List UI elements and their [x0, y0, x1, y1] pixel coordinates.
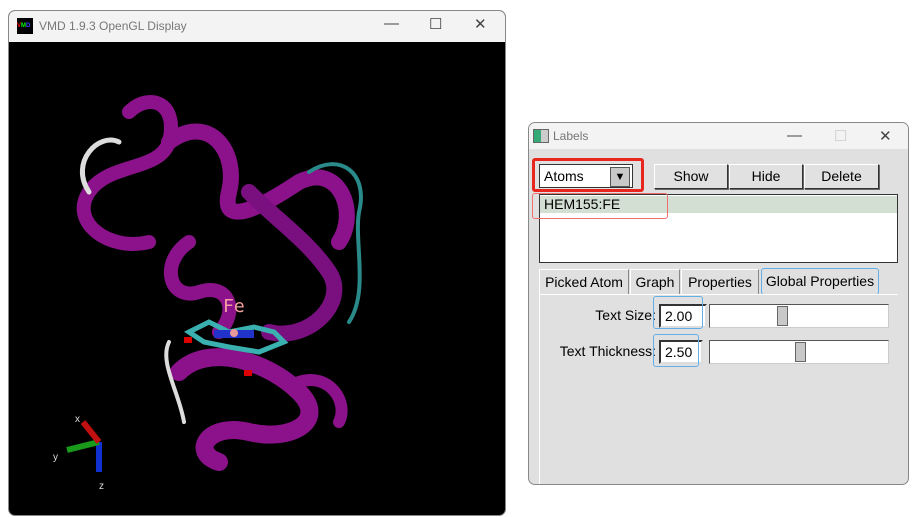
- vmd-title-bar: VMD VMD 1.9.3 OpenGL Display — ☐ ✕: [9, 11, 505, 42]
- delete-button[interactable]: Delete: [804, 164, 879, 189]
- tab-global-properties[interactable]: Global Properties: [761, 268, 879, 295]
- show-button[interactable]: Show: [654, 164, 728, 189]
- axis-y-label: y: [53, 452, 58, 463]
- category-select-value: Atoms: [544, 168, 584, 184]
- axis-x-label: x: [75, 414, 80, 425]
- category-select[interactable]: Atoms ▼: [539, 164, 633, 188]
- minimize-button[interactable]: —: [787, 127, 802, 144]
- window-title: VMD 1.9.3 OpenGL Display: [39, 19, 187, 33]
- text-thickness-slider[interactable]: [709, 340, 889, 364]
- axis-z-label: z: [99, 481, 104, 492]
- highlight-text-thickness: [653, 334, 699, 367]
- tab-properties[interactable]: Properties: [681, 269, 759, 294]
- text-size-label: Text Size:: [595, 307, 656, 323]
- molecule-view[interactable]: Fe x y z: [9, 42, 505, 515]
- highlight-text-size: [653, 296, 703, 329]
- close-button[interactable]: ✕: [879, 127, 892, 145]
- close-button[interactable]: ✕: [474, 15, 487, 33]
- atom-label-fe: Fe: [223, 296, 245, 317]
- tab-graph[interactable]: Graph: [630, 269, 680, 294]
- vmd-display-window: VMD VMD 1.9.3 OpenGL Display — ☐ ✕ Fe x …: [8, 10, 506, 516]
- maximize-button[interactable]: ☐: [429, 15, 442, 33]
- vmd-logo-icon: VMD: [17, 18, 33, 34]
- tab-picked-atom[interactable]: Picked Atom: [539, 269, 629, 294]
- text-size-slider[interactable]: [709, 304, 889, 328]
- slider-thumb[interactable]: [777, 306, 788, 326]
- highlight-list-item: [532, 193, 668, 219]
- minimize-button[interactable]: —: [384, 15, 399, 32]
- labels-title-bar: Labels — ☐ ✕: [529, 123, 908, 149]
- window-title: Labels: [553, 129, 589, 143]
- maximize-button[interactable]: ☐: [834, 127, 847, 145]
- labels-window: Labels — ☐ ✕ Atoms ▼ Show Hide Delete HE…: [528, 122, 909, 485]
- text-thickness-label: Text Thickness:: [559, 343, 656, 359]
- chevron-down-icon[interactable]: ▼: [610, 167, 630, 187]
- labels-window-icon: [533, 129, 549, 143]
- protein-ribbon: [76, 95, 363, 471]
- hide-button[interactable]: Hide: [729, 164, 803, 189]
- slider-thumb[interactable]: [795, 342, 806, 362]
- axes-indicator: x y z: [53, 414, 104, 492]
